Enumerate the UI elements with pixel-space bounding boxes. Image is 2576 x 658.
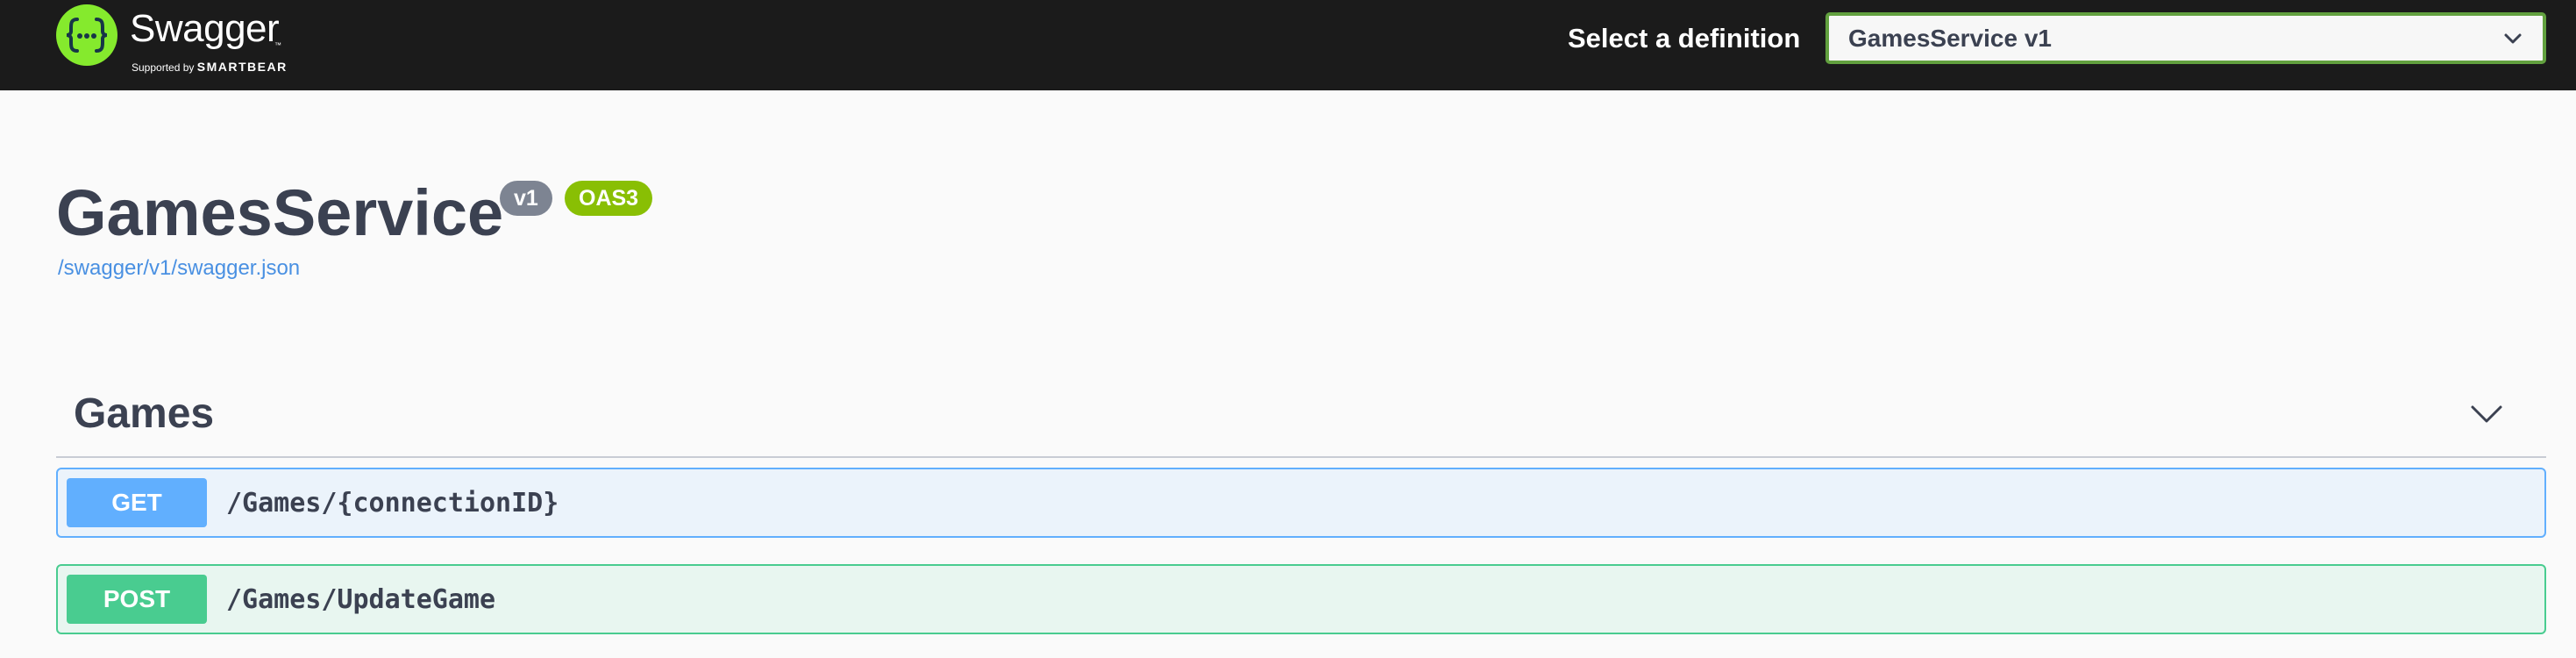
logo-supported-prefix: Supported by <box>132 61 195 74</box>
operation-post-update-game[interactable]: POST /Games/UpdateGame <box>56 564 2546 634</box>
page-title: GamesService <box>56 176 504 249</box>
swagger-logo[interactable]: Swagger ™ Supported by SMARTBEAR <box>56 4 319 75</box>
operation-get-games-connection[interactable]: GET /Games/{connectionID} <box>56 468 2546 538</box>
version-badge: v1 <box>500 181 552 216</box>
oas-badge: OAS3 <box>565 181 653 216</box>
tag-name: Games <box>74 390 215 437</box>
method-badge-get: GET <box>67 478 207 527</box>
definition-label: Select a definition <box>1568 23 1801 54</box>
operation-path: /Games/UpdateGame <box>226 584 496 615</box>
logo-wordmark: Swagger <box>130 7 280 50</box>
method-badge-post: POST <box>67 575 207 624</box>
chevron-down-icon[interactable] <box>2469 398 2504 430</box>
definition-select-value: GamesService v1 <box>1848 25 2052 52</box>
operation-path: /Games/{connectionID} <box>226 488 559 519</box>
swagger-braces-icon <box>56 4 117 66</box>
logo-supported-by: Supported by SMARTBEAR <box>132 60 288 74</box>
api-info: GamesService <box>56 174 503 253</box>
tag-header-games[interactable]: Games <box>56 375 2546 458</box>
chevron-down-icon <box>2504 33 2522 44</box>
topbar: Swagger ™ Supported by SMARTBEAR Select … <box>0 0 2576 90</box>
logo-trademark: ™ <box>274 41 281 49</box>
spec-json-link[interactable]: /swagger/v1/swagger.json <box>58 256 300 281</box>
logo-smartbear: SMARTBEAR <box>196 60 288 74</box>
definition-select[interactable]: GamesService v1 <box>1825 12 2546 64</box>
